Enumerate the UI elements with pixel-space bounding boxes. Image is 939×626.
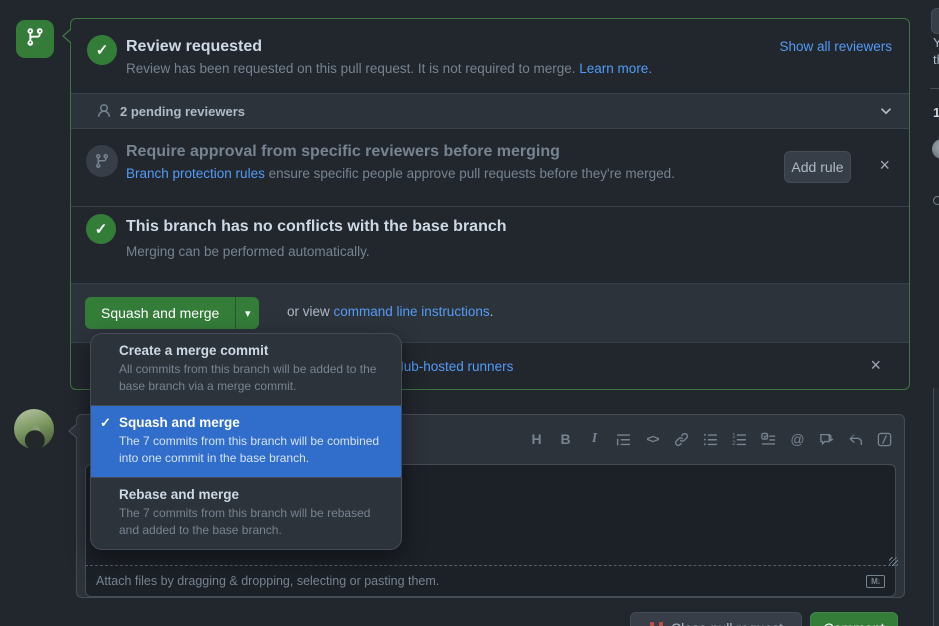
pr-closed-icon: [649, 621, 664, 626]
menu-item-squash-and-merge[interactable]: ✓ Squash and merge The 7 commits from th…: [91, 406, 401, 478]
cross-reference-icon[interactable]: [815, 427, 838, 451]
menu-item-title: Create a merge commit: [119, 343, 385, 358]
comment-button[interactable]: Comment: [810, 612, 898, 626]
menu-item-title: Rebase and merge: [119, 487, 385, 502]
sidebar-text-fragment: th: [933, 52, 939, 67]
review-check-icon: ✓: [87, 35, 117, 65]
textarea-resize-handle[interactable]: [889, 557, 898, 566]
ordered-list-icon[interactable]: 12: [728, 427, 751, 451]
merge-options-menu: Create a merge commit All commits from t…: [90, 333, 402, 550]
svg-text:2: 2: [732, 440, 736, 447]
menu-item-create-merge-commit[interactable]: Create a merge commit All commits from t…: [91, 334, 401, 406]
git-branch-icon: [25, 27, 45, 52]
hosted-runners-link[interactable]: Hub-hosted runners: [394, 359, 513, 374]
person-icon: [96, 103, 112, 119]
github-pr-merge-screen: ✓ Review requested Review has been reque…: [0, 0, 939, 626]
sidebar-icon-fragment: [933, 196, 939, 205]
italic-icon[interactable]: I: [583, 427, 606, 451]
review-requested-description: Review has been requested on this pull r…: [126, 61, 652, 76]
mention-icon[interactable]: @: [786, 427, 809, 451]
link-icon[interactable]: [670, 427, 693, 451]
learn-more-link[interactable]: Learn more.: [579, 61, 652, 76]
squash-and-merge-button[interactable]: Squash and merge ▾: [85, 297, 259, 329]
svg-text:1: 1: [732, 432, 736, 439]
menu-item-title: Squash and merge: [119, 415, 385, 430]
quote-icon[interactable]: [612, 427, 635, 451]
squash-and-merge-label: Squash and merge: [85, 297, 235, 329]
attach-files-area[interactable]: Attach files by dragging & dropping, sel…: [85, 566, 896, 597]
show-all-reviewers-link[interactable]: Show all reviewers: [779, 39, 892, 54]
add-rule-button[interactable]: Add rule: [784, 151, 851, 183]
no-conflicts-description: Merging can be performed automatically.: [126, 244, 370, 259]
sidebar-panel-fragment: [933, 388, 939, 626]
cli-instructions-text: or view command line instructions.: [287, 304, 493, 319]
merge-options-caret[interactable]: ▾: [235, 297, 259, 329]
menu-item-rebase-and-merge[interactable]: Rebase and merge The 7 commits from this…: [91, 478, 401, 549]
reply-icon[interactable]: [844, 427, 867, 451]
branch-protection-rules-link[interactable]: Branch protection rules: [126, 166, 265, 181]
conflicts-check-icon: ✓: [86, 214, 116, 244]
menu-item-description: The 7 commits from this branch will be r…: [119, 505, 385, 539]
section-divider: [71, 206, 909, 207]
sidebar-divider: [930, 88, 939, 89]
close-pull-request-button[interactable]: Close pull request: [630, 612, 802, 626]
selected-check-icon: ✓: [100, 415, 111, 431]
branch-protection-icon: [86, 145, 118, 177]
require-approval-title: Require approval from specific reviewers…: [126, 143, 560, 161]
right-sidebar-sliver: Y th 1: [928, 0, 939, 626]
no-conflicts-title: This branch has no conflicts with the ba…: [126, 218, 507, 236]
caret-down-icon: ▾: [245, 307, 251, 320]
slash-commands-icon[interactable]: [873, 427, 896, 451]
task-list-icon[interactable]: [757, 427, 780, 451]
require-approval-description: Branch protection rules ensure specific …: [126, 166, 675, 181]
menu-item-description: All commits from this branch will be add…: [119, 361, 385, 395]
sidebar-avatar-fragment[interactable]: [932, 139, 939, 159]
sidebar-text-fragment: Y: [933, 35, 939, 50]
command-line-instructions-link[interactable]: command line instructions: [334, 304, 490, 319]
review-requested-title: Review requested: [126, 38, 262, 56]
heading-icon[interactable]: H: [525, 427, 548, 451]
sidebar-button-fragment[interactable]: [931, 8, 939, 34]
user-avatar[interactable]: [14, 409, 54, 449]
dismiss-notice-close-icon[interactable]: ×: [870, 358, 881, 372]
close-pr-label: Close pull request: [671, 620, 783, 626]
markdown-toolbar: H B I <> 12 @: [525, 415, 896, 463]
unordered-list-icon[interactable]: [699, 427, 722, 451]
timeline-merge-badge: [16, 20, 54, 58]
markdown-icon: M↓: [866, 575, 885, 588]
pending-reviewers-row[interactable]: 2 pending reviewers: [71, 93, 909, 129]
attach-files-hint: Attach files by dragging & dropping, sel…: [96, 574, 439, 588]
menu-item-description: The 7 commits from this branch will be c…: [119, 433, 385, 467]
pending-reviewers-label: 2 pending reviewers: [120, 104, 245, 119]
bold-icon[interactable]: B: [554, 427, 577, 451]
dismiss-rule-close-icon[interactable]: ×: [879, 158, 890, 172]
chevron-down-icon[interactable]: [879, 104, 893, 118]
code-icon[interactable]: <>: [641, 427, 664, 451]
sidebar-count-fragment: 1: [933, 105, 939, 120]
